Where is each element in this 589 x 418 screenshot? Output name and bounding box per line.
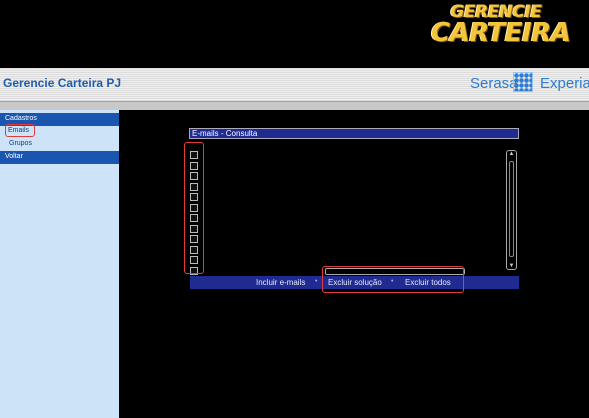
scroll-up-icon[interactable]: ▲ [507, 151, 516, 157]
include-emails-link[interactable]: Incluir e-mails [256, 278, 305, 287]
email-row [190, 192, 390, 202]
email-row [190, 171, 390, 181]
experian-dots-icon [513, 72, 533, 92]
email-row [190, 161, 390, 171]
scroll-down-icon[interactable]: ▼ [507, 263, 516, 269]
gerencie-carteira-logo: GERENCIE CARTEIRA [431, 2, 571, 48]
app-header: Gerencie Carteira PJ Serasa Experian [0, 68, 589, 101]
dialog-title: E-mails - Consulta [189, 128, 519, 139]
email-row [190, 213, 390, 223]
app-title: Gerencie Carteira PJ [3, 76, 122, 90]
actions-highlight [322, 266, 464, 293]
email-row [190, 245, 390, 255]
email-row [190, 150, 390, 160]
email-row [190, 255, 390, 265]
email-row [190, 203, 390, 213]
breadcrumb-bar [0, 101, 589, 110]
sidebar-item-emails[interactable]: Emails [5, 124, 35, 137]
email-row [190, 224, 390, 234]
brand-right: Experian [540, 75, 589, 92]
sidebar-item-grupos[interactable]: Grupos [9, 140, 32, 147]
sidebar-item-voltar[interactable]: Voltar [0, 151, 119, 164]
vertical-scrollbar[interactable]: ▲ ▼ [506, 150, 517, 270]
email-row [190, 182, 390, 192]
scroll-thumb[interactable] [509, 161, 514, 257]
checkbox-column-highlight [184, 142, 204, 274]
brand-left: Serasa [470, 75, 518, 92]
email-row [190, 234, 390, 244]
logo-line-2: CARTEIRA [431, 18, 571, 48]
separator: • [315, 278, 318, 285]
